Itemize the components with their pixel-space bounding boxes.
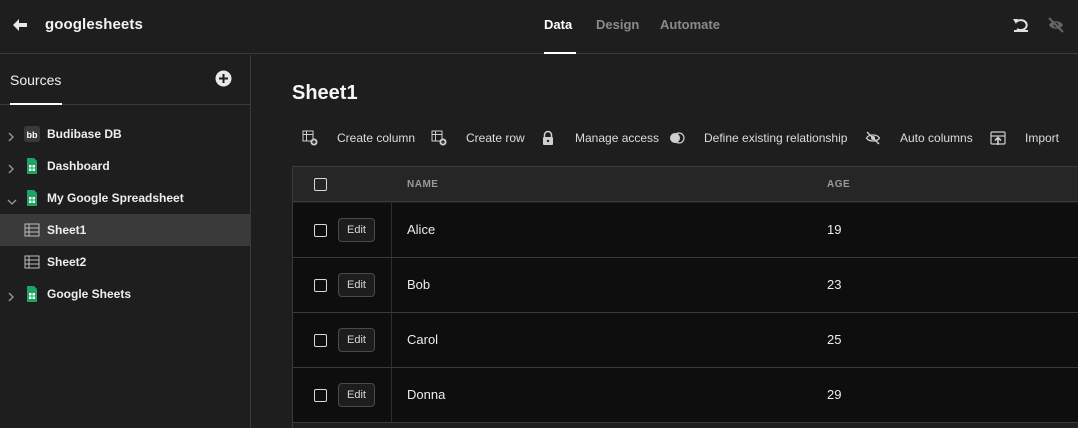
chevron-right-icon[interactable] xyxy=(7,289,15,302)
cell-divider xyxy=(391,313,392,367)
sidebar-item-label: Sheet2 xyxy=(47,255,87,269)
select-all-checkbox[interactable] xyxy=(314,178,327,191)
define-existing-relationship-button[interactable]: Define existing relationship xyxy=(669,127,849,149)
sidebar-item-dashboard[interactable]: Dashboard xyxy=(0,150,250,182)
sidebar-item-sheet1[interactable]: Sheet1 xyxy=(0,214,250,246)
column-header-name[interactable]: NAME xyxy=(407,179,438,190)
sidebar-item-label: Dashboard xyxy=(47,159,110,173)
lock-icon xyxy=(543,130,553,145)
cell-divider xyxy=(391,368,392,422)
sidebar-item-label: Google Sheets xyxy=(47,287,132,301)
cell-divider xyxy=(391,203,392,257)
table-icon xyxy=(24,254,40,270)
cell-age[interactable]: 19 xyxy=(827,222,841,237)
cell-name[interactable]: Carol xyxy=(407,332,438,347)
table-row: Edit Donna 29 xyxy=(293,368,1078,423)
cell-divider xyxy=(391,258,392,312)
add-source-icon[interactable] xyxy=(215,70,232,87)
table-icon xyxy=(24,222,40,238)
edit-row-button[interactable]: Edit xyxy=(338,218,375,242)
sidebar-item-label: My Google Spreadsheet xyxy=(47,191,184,205)
auto-columns-button[interactable]: Auto columns xyxy=(865,127,975,149)
create-column-icon xyxy=(302,130,318,146)
action-label: Import xyxy=(1025,131,1060,145)
cell-age[interactable]: 23 xyxy=(827,277,841,292)
edit-row-button[interactable]: Edit xyxy=(338,328,375,352)
action-label: Create row xyxy=(466,131,525,145)
action-label: Define existing relationship xyxy=(704,131,848,145)
cell-age[interactable]: 25 xyxy=(827,332,841,347)
active-tab-indicator xyxy=(544,52,576,54)
svg-text:bb: bb xyxy=(27,130,38,140)
import-icon xyxy=(990,131,1006,145)
row-checkbox[interactable] xyxy=(314,224,327,237)
undo-icon[interactable] xyxy=(1011,15,1031,35)
chevron-right-icon[interactable] xyxy=(7,129,15,142)
action-label: Auto columns xyxy=(900,131,973,145)
table-row: Edit Bob 23 xyxy=(293,258,1078,313)
tab-design[interactable]: Design xyxy=(596,17,639,32)
action-label: Create column xyxy=(337,131,416,145)
sources-sidebar: Sources bb Budibase DB Dashboard My Goog… xyxy=(0,55,251,428)
table-actions-toolbar: Create column Create row Manage access D… xyxy=(292,127,1078,149)
edit-row-button[interactable]: Edit xyxy=(338,273,375,297)
relationship-icon xyxy=(670,132,685,144)
eye-off-icon xyxy=(865,131,881,145)
action-label: Manage access xyxy=(575,131,660,145)
cell-name[interactable]: Bob xyxy=(407,277,430,292)
table-row: Edit Alice 19 xyxy=(293,203,1078,258)
table-header: NAME AGE xyxy=(293,167,1078,202)
create-column-button[interactable]: Create column xyxy=(302,127,416,149)
create-row-button[interactable]: Create row xyxy=(431,127,526,149)
sidebar-item-label: Budibase DB xyxy=(47,127,122,141)
row-checkbox[interactable] xyxy=(314,334,327,347)
data-table: NAME AGE Edit Alice 19 Edit Bob 23 Edit … xyxy=(292,166,1078,428)
sidebar-item-my-google-spreadsheet[interactable]: My Google Spreadsheet xyxy=(0,182,250,214)
edit-row-button[interactable]: Edit xyxy=(338,383,375,407)
tab-automate[interactable]: Automate xyxy=(660,17,720,32)
main-content: Sheet1 Create column Create row Manage a… xyxy=(252,55,1078,428)
google-sheets-icon xyxy=(24,286,40,302)
import-button[interactable]: Import xyxy=(990,127,1075,149)
table-row: Edit Carol 25 xyxy=(293,313,1078,368)
manage-access-button[interactable]: Manage access xyxy=(540,127,659,149)
create-row-icon xyxy=(431,130,447,146)
sources-tab-indicator xyxy=(10,103,62,105)
row-checkbox[interactable] xyxy=(314,389,327,402)
cell-name[interactable]: Alice xyxy=(407,222,435,237)
preview-disabled-icon[interactable] xyxy=(1046,15,1066,35)
column-header-age[interactable]: AGE xyxy=(827,179,850,190)
google-sheets-icon xyxy=(24,158,40,174)
cell-name[interactable]: Donna xyxy=(407,387,445,402)
sources-header: Sources xyxy=(0,55,251,105)
chevron-right-icon[interactable] xyxy=(7,161,15,174)
sources-tree: bb Budibase DB Dashboard My Google Sprea… xyxy=(0,118,251,310)
page-title: Sheet1 xyxy=(292,82,358,104)
sidebar-item-budibase-db[interactable]: bb Budibase DB xyxy=(0,118,250,150)
sources-title[interactable]: Sources xyxy=(10,72,61,88)
chevron-down-icon[interactable] xyxy=(7,193,17,205)
top-nav-tabs: Data Design Automate xyxy=(0,0,1078,54)
sidebar-item-sheet2[interactable]: Sheet2 xyxy=(0,246,250,278)
google-sheets-icon xyxy=(24,190,40,206)
row-checkbox[interactable] xyxy=(314,279,327,292)
app-title: googlesheets xyxy=(45,16,143,33)
sidebar-item-google-sheets[interactable]: Google Sheets xyxy=(0,278,250,310)
sidebar-item-label: Sheet1 xyxy=(47,223,87,237)
cell-age[interactable]: 29 xyxy=(827,387,841,402)
top-bar: googlesheets Data Design Automate xyxy=(0,0,1078,54)
back-arrow-icon[interactable] xyxy=(10,15,30,35)
budibase-icon: bb xyxy=(24,126,40,142)
tab-data[interactable]: Data xyxy=(544,17,572,32)
